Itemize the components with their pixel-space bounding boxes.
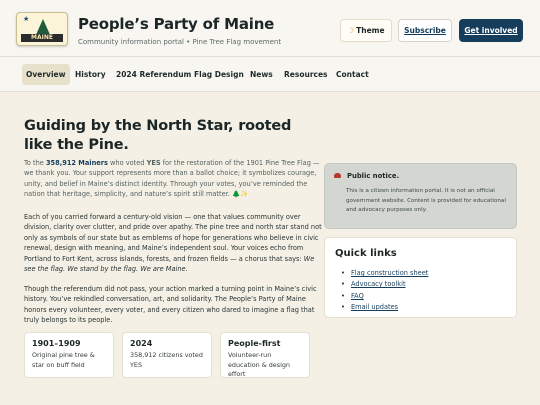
fact-card: People-first Volunteer-run education & d… [220, 332, 310, 378]
nav-flag-design[interactable]: Flag Design [194, 64, 244, 85]
quick-link-item: Email updates [341, 302, 428, 314]
fact-card-title: 2024 [130, 339, 153, 348]
fact-card-title: People-first [228, 339, 281, 348]
north-star-icon: ★ [23, 15, 30, 23]
referendum-paragraph: Though the referendum did not pass, your… [24, 285, 317, 325]
nav-2024-referendum[interactable]: 2024 Referendum [116, 64, 191, 85]
site-title: People’s Party of Maine [78, 15, 275, 33]
quick-link-item: Advocacy toolkit [341, 279, 428, 291]
fact-card: 2024 358,912 citizens voted YES [122, 332, 212, 378]
voter-count: 358,912 Mainers [45, 159, 108, 167]
moon-icon: ☽ [347, 26, 355, 35]
nav-overview[interactable]: Overview [22, 64, 70, 85]
quick-links-panel: Quick links Flag construction sheet Advo… [324, 237, 517, 318]
vision-paragraph: Each of you carried forward a century-ol… [24, 213, 322, 274]
get-involved-button[interactable]: Get involved [459, 19, 523, 42]
nav-news[interactable]: News [250, 64, 273, 85]
fact-card-title: 1901–1909 [32, 339, 81, 348]
site-header: ★ MAINE People’s Party of Maine Communit… [0, 0, 540, 57]
link-faq[interactable]: FAQ [351, 292, 364, 300]
link-advocacy-toolkit[interactable]: Advocacy toolkit [351, 280, 406, 288]
page-title: Guiding by the North Star, rooted like t… [24, 118, 292, 153]
megaphone-icon [334, 173, 341, 178]
link-flag-construction-sheet[interactable]: Flag construction sheet [351, 269, 428, 277]
subscribe-button[interactable]: Subscribe [398, 19, 452, 42]
fact-card: 1901–1909 Original pine tree & star on b… [24, 332, 114, 378]
fact-card-text: Volunteer-run education & design effort [228, 351, 290, 378]
quick-links-title: Quick links [335, 248, 397, 259]
fact-card-text: Original pine tree & star on buff field [32, 351, 95, 369]
nav-resources[interactable]: Resources [284, 64, 328, 85]
nav-contact[interactable]: Contact [336, 64, 369, 85]
theme-toggle-button[interactable]: ☽ Theme [340, 19, 392, 42]
theme-label: Theme [356, 26, 385, 35]
notice-text: This is a citizen information portal. It… [346, 188, 506, 213]
fact-card-text: 358,912 citizens voted YES [130, 351, 203, 369]
pine-tree-flag-logo[interactable]: ★ MAINE [16, 12, 68, 46]
intro-paragraph: To the 358,912 Mainers who voted YES for… [24, 159, 320, 199]
public-notice: Public notice. This is a citizen informa… [324, 163, 517, 229]
quick-links-list: Flag construction sheet Advocacy toolkit… [341, 268, 428, 313]
quick-link-item: FAQ [341, 291, 428, 303]
logo-banner: MAINE [21, 34, 63, 42]
link-email-updates[interactable]: Email updates [351, 303, 398, 311]
yes-emphasis: YES [146, 159, 161, 167]
nav-history[interactable]: History [75, 64, 106, 85]
notice-title: Public notice. [347, 172, 400, 180]
quick-link-item: Flag construction sheet [341, 268, 428, 280]
site-subtitle: Community information portal • Pine Tree… [78, 38, 282, 46]
main-nav: Overview History 2024 Referendum Flag De… [0, 57, 540, 92]
